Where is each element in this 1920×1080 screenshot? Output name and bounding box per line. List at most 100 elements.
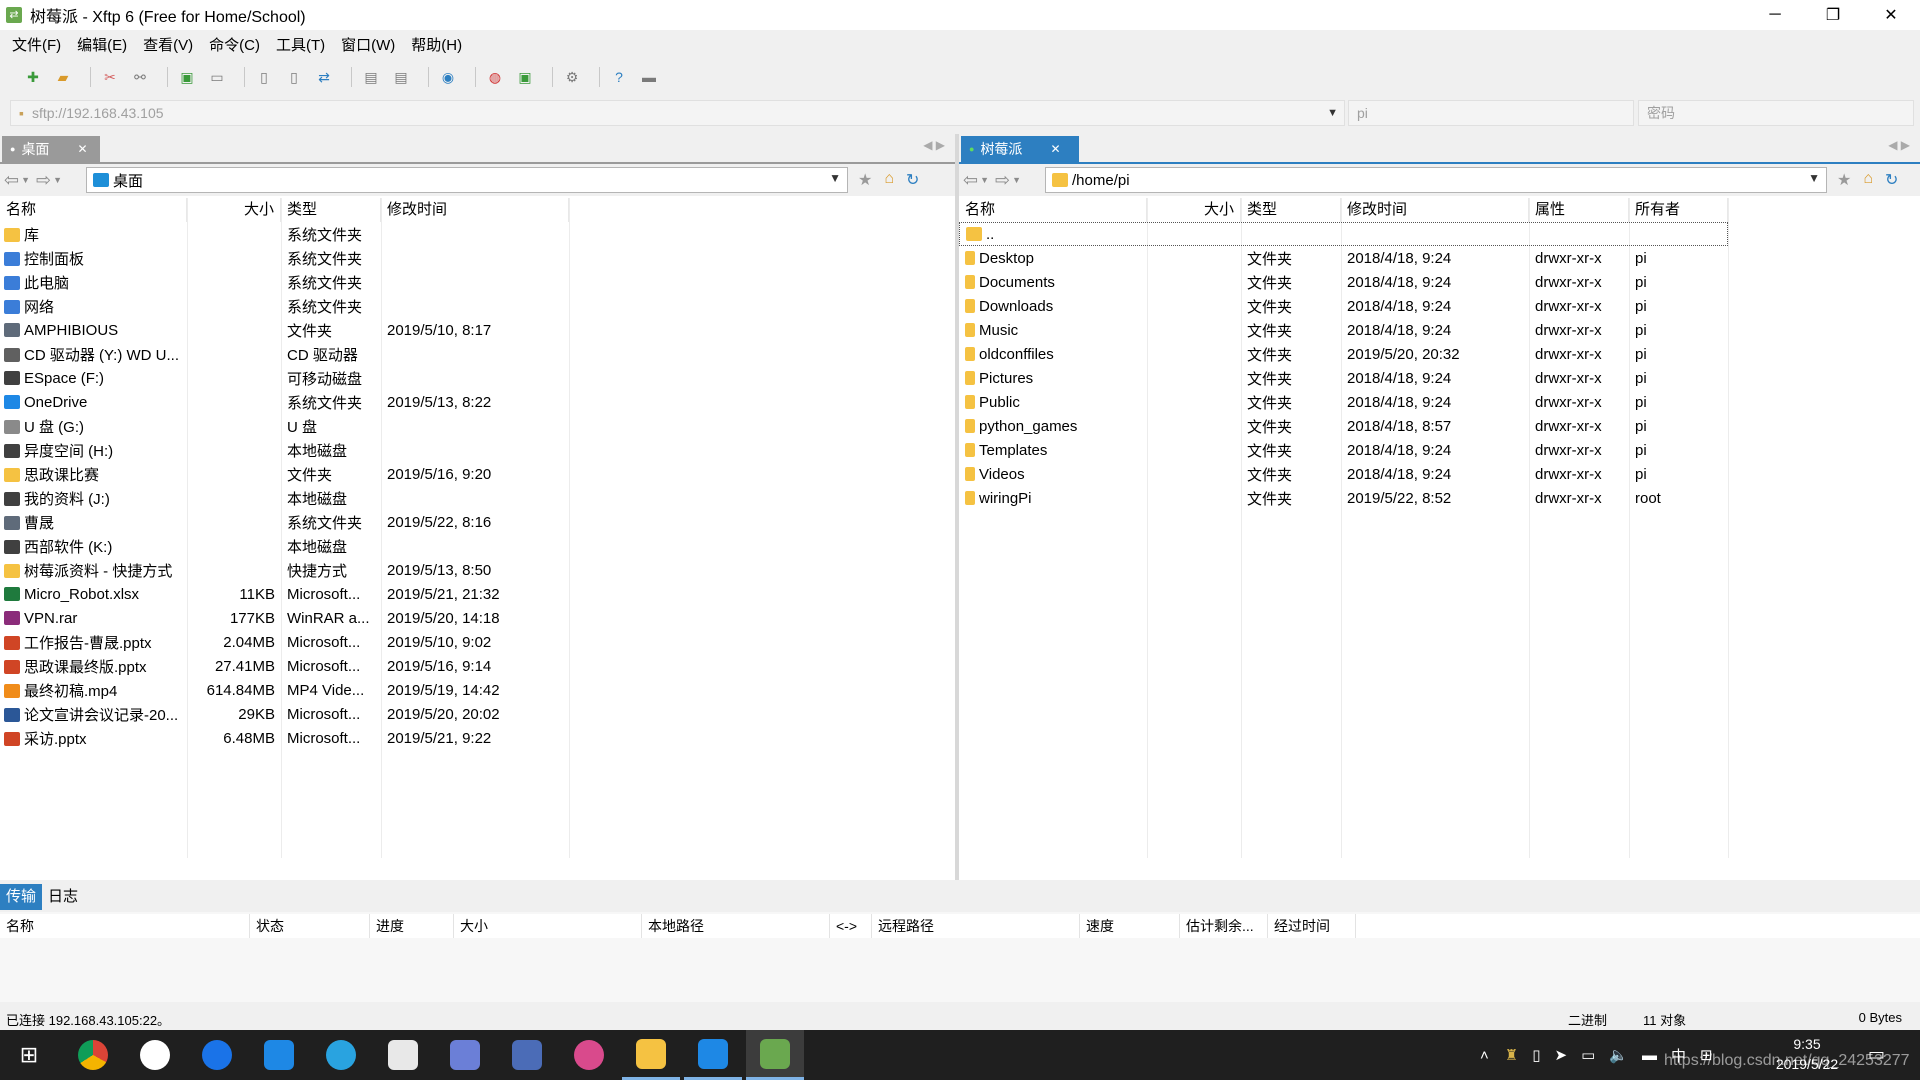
column-header-modified[interactable]: 修改时间 (1341, 198, 1529, 222)
table-row[interactable]: 异度空间 (H:) 本地磁盘 (0, 438, 955, 462)
table-row[interactable]: 树莓派资料 - 快捷方式 快捷方式 2019/5/13, 8:50 (0, 558, 955, 582)
usb-icon[interactable]: ▯ (1532, 1046, 1540, 1064)
table-row[interactable]: 采访.pptx 6.48MB Microsoft... 2019/5/21, 9:22 (0, 726, 955, 750)
column-header-direction[interactable]: <-> (830, 914, 872, 938)
taskbar-file-explorer[interactable] (622, 1030, 680, 1080)
copy-file-icon[interactable]: ▯ (253, 66, 275, 88)
chevron-down-icon[interactable]: ▼ (829, 171, 841, 185)
menu-tools[interactable]: 工具(T) (276, 34, 325, 55)
home-folder-icon[interactable]: ⌂ (884, 170, 894, 190)
tab-transfers[interactable]: 传输 (0, 884, 43, 910)
table-row[interactable]: wiringPi 文件夹 2019/5/22, 8:52 drwxr-xr-x root (959, 486, 1920, 510)
password-input[interactable]: 密码 (1638, 100, 1914, 126)
table-row[interactable]: Music 文件夹 2018/4/18, 9:24 drwxr-xr-x pi (959, 318, 1920, 342)
column-header-attributes[interactable]: 属性 (1529, 198, 1629, 222)
forward-arrow-icon[interactable]: ⇨ (36, 170, 51, 191)
table-row[interactable]: AMPHIBIOUS 文件夹 2019/5/10, 8:17 (0, 318, 955, 342)
table-row[interactable]: 西部软件 (K:) 本地磁盘 (0, 534, 955, 558)
send-icon[interactable]: ➤ (1554, 1046, 1567, 1064)
table-row[interactable]: 我的资料 (J:) 本地磁盘 (0, 486, 955, 510)
stop-icon[interactable]: ▤ (390, 66, 412, 88)
home-folder-icon[interactable]: ⌂ (1863, 170, 1873, 190)
table-row[interactable]: 思政课比赛 文件夹 2019/5/16, 9:20 (0, 462, 955, 486)
new-window-icon[interactable]: ▣ (176, 66, 198, 88)
minimize-button[interactable]: ─ (1746, 0, 1804, 30)
menu-help[interactable]: 帮助(H) (411, 34, 462, 55)
taskbar-app-star[interactable] (250, 1030, 308, 1080)
table-row[interactable]: 思政课最终版.pptx 27.41MB Microsoft... 2019/5/16,… (0, 654, 955, 678)
back-arrow-icon[interactable]: ⇦ (4, 170, 19, 191)
table-row[interactable]: Downloads 文件夹 2018/4/18, 9:24 drwxr-xr-x pi (959, 294, 1920, 318)
table-row[interactable]: 此电脑 系统文件夹 (0, 270, 955, 294)
taskbar-wechat[interactable] (126, 1030, 184, 1080)
taskbar-app-flower[interactable] (560, 1030, 618, 1080)
star-icon[interactable]: ★ (1837, 170, 1851, 190)
taskbar-chrome[interactable] (64, 1030, 122, 1080)
username-input[interactable]: pi (1348, 100, 1634, 126)
start-button[interactable]: ⊞ (0, 1030, 58, 1080)
restore-button[interactable]: ❐ (1804, 0, 1862, 30)
table-row[interactable]: VPN.rar 177KB WinRAR a... 2019/5/20, 14:18 (0, 606, 955, 630)
table-row[interactable]: 最终初稿.mp4 614.84MB MP4 Vide... 2019/5/19, 14… (0, 678, 955, 702)
taskbar-app-shield[interactable] (498, 1030, 556, 1080)
table-row[interactable]: 论文宣讲会议记录-20... 29KB Microsoft... 2019/5/20,… (0, 702, 955, 726)
forward-arrow-icon[interactable]: ⇨ (995, 170, 1010, 191)
tab-log[interactable]: 日志 (42, 884, 84, 910)
tab-local-desktop[interactable]: ● 桌面 ✕ (2, 136, 100, 162)
star-icon[interactable]: ★ (858, 170, 872, 190)
gear-icon[interactable]: ⚙ (561, 66, 583, 88)
taskbar-vnc[interactable] (684, 1030, 742, 1080)
table-row[interactable]: 工作报告-曹晟.pptx 2.04MB Microsoft... 2019/5/10,… (0, 630, 955, 654)
close-button[interactable]: ✕ (1862, 0, 1920, 30)
column-header-progress[interactable]: 进度 (370, 914, 454, 938)
battery-icon[interactable]: ▬ (1642, 1047, 1657, 1064)
table-row[interactable]: Public 文件夹 2018/4/18, 9:24 drwxr-xr-x pi (959, 390, 1920, 414)
close-tab-icon[interactable]: ✕ (1050, 142, 1060, 156)
table-row[interactable]: Videos 文件夹 2018/4/18, 9:24 drwxr-xr-x pi (959, 462, 1920, 486)
column-header-owner[interactable]: 所有者 (1629, 198, 1728, 222)
open-folder-icon[interactable]: ▰ (52, 66, 74, 88)
column-header-eta[interactable]: 估计剩余... (1180, 914, 1268, 938)
chevron-down-icon[interactable]: ▼ (1808, 171, 1820, 185)
menu-view[interactable]: 查看(V) (143, 34, 193, 55)
column-header-size[interactable]: 大小 (187, 198, 281, 222)
reconnect-icon[interactable]: ⚯ (129, 66, 151, 88)
column-header-name[interactable]: 名称 (0, 914, 250, 938)
close-tab-icon[interactable]: ✕ (77, 142, 87, 156)
volume-icon[interactable]: 🔈 (1609, 1046, 1628, 1064)
help-icon[interactable]: ? (608, 66, 630, 88)
chevron-down-icon[interactable]: ▼ (1327, 107, 1338, 119)
chevron-up-icon[interactable]: ˄ (1480, 1047, 1489, 1064)
table-row[interactable]: Documents 文件夹 2018/4/18, 9:24 drwxr-xr-x pi (959, 270, 1920, 294)
table-row[interactable]: 曹晟 系统文件夹 2019/5/22, 8:16 (0, 510, 955, 534)
back-arrow-icon[interactable]: ⇦ (963, 170, 978, 191)
column-header-status[interactable]: 状态 (250, 914, 370, 938)
table-row[interactable]: 控制面板 系统文件夹 (0, 246, 955, 270)
host-input[interactable]: ▪ sftp://192.168.43.105 ▼ (10, 100, 1345, 126)
taskbar-app-building[interactable] (436, 1030, 494, 1080)
view-mode-icon[interactable]: ▭ (206, 66, 228, 88)
menu-edit[interactable]: 编辑(E) (77, 34, 127, 55)
menu-file[interactable]: 文件(F) (12, 34, 61, 55)
paste-file-icon[interactable]: ▯ (283, 66, 305, 88)
taskbar-xftp[interactable] (746, 1030, 804, 1080)
remote-path-input[interactable]: /home/pi ▼ (1045, 167, 1827, 193)
table-row[interactable]: 网络 系统文件夹 (0, 294, 955, 318)
table-row[interactable]: U 盘 (G:) U 盘 (0, 414, 955, 438)
table-row[interactable]: python_games 文件夹 2018/4/18, 8:57 drwxr-xr-x… (959, 414, 1920, 438)
refresh-icon[interactable]: ↻ (1885, 170, 1898, 190)
table-row[interactable]: CD 驱动器 (Y:) WD U... CD 驱动器 (0, 342, 955, 366)
taskbar-app-doc[interactable] (374, 1030, 432, 1080)
column-header-elapsed[interactable]: 经过时间 (1268, 914, 1356, 938)
xftp-icon[interactable]: ▣ (514, 66, 536, 88)
message-icon[interactable]: ▬ (638, 66, 660, 88)
taskbar-teamviewer[interactable] (188, 1030, 246, 1080)
disconnect-icon[interactable]: ✂ (99, 66, 121, 88)
column-header-size[interactable]: 大小 (1147, 198, 1241, 222)
column-header-type[interactable]: 类型 (281, 198, 381, 222)
menu-command[interactable]: 命令(C) (209, 34, 260, 55)
column-header-size[interactable]: 大小 (454, 914, 642, 938)
xshell-icon[interactable]: ◍ (484, 66, 506, 88)
table-row[interactable]: OneDrive 系统文件夹 2019/5/13, 8:22 (0, 390, 955, 414)
column-header-type[interactable]: 类型 (1241, 198, 1341, 222)
